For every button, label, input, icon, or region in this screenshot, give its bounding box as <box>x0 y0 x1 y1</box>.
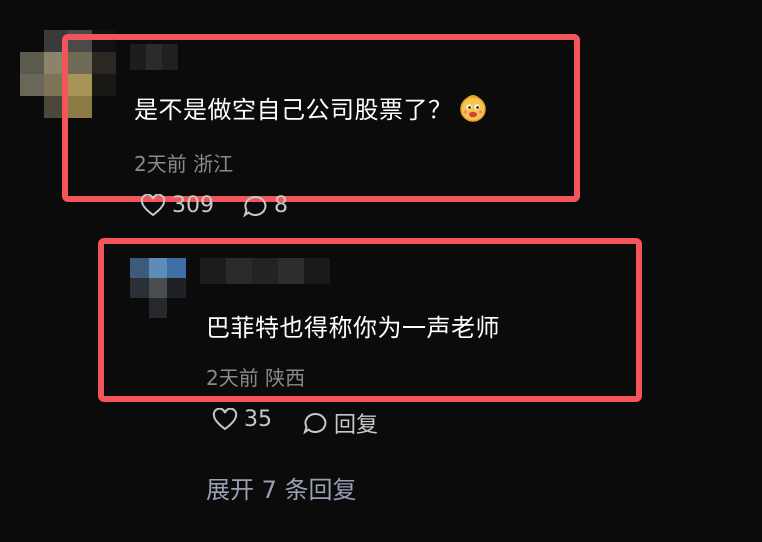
like-count: 309 <box>172 193 214 218</box>
like-button[interactable]: 309 <box>140 193 214 218</box>
comment-meta: 2天前 陕西 <box>206 362 305 391</box>
like-count: 35 <box>244 407 272 432</box>
comment-text-label: 是不是做空自己公司股票了？ <box>134 96 453 124</box>
reply-label: 回复 <box>334 413 379 438</box>
comment-meta: 2天前 浙江 <box>134 148 233 177</box>
heart-icon <box>212 407 238 430</box>
chat-bubble-icon <box>303 412 327 435</box>
comment-text: 巴菲特也得称你为一声老师 <box>206 308 500 343</box>
chat-bubble-icon <box>243 195 267 218</box>
grinning-face-emoji-icon <box>459 95 486 122</box>
comment-location: 陕西 <box>265 366 306 390</box>
comment-text-label: 巴菲特也得称你为一声老师 <box>206 314 500 342</box>
expand-replies-link[interactable]: 展开 7 条回复 <box>206 470 357 505</box>
comment-date: 2天前 <box>206 366 259 390</box>
comment-location: 浙江 <box>193 152 234 176</box>
like-button[interactable]: 35 <box>212 407 272 432</box>
reply-button[interactable]: 回复 <box>302 407 378 439</box>
heart-icon <box>140 193 166 216</box>
comment-date: 2天前 <box>134 152 187 176</box>
reply-count: 8 <box>274 193 288 218</box>
comment-text: 是不是做空自己公司股票了？ <box>134 90 487 125</box>
reply-button[interactable]: 8 <box>242 193 288 218</box>
